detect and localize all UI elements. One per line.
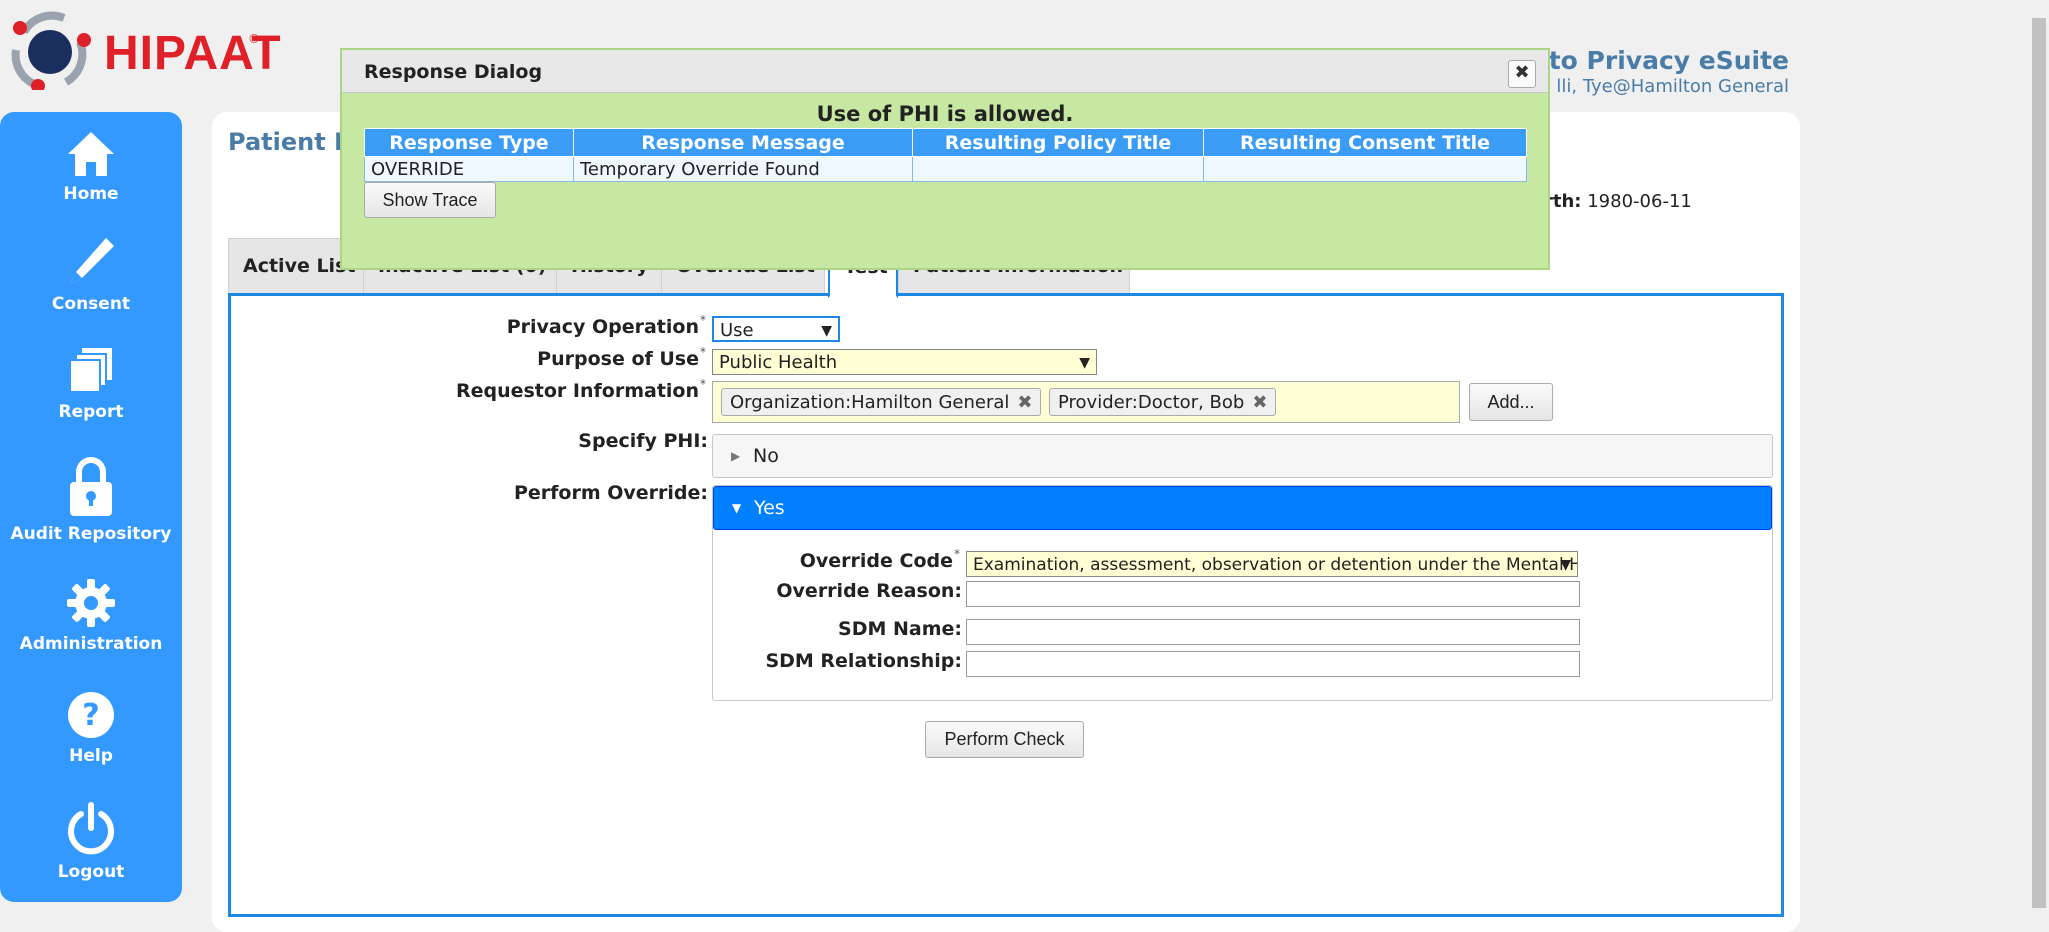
perform-override-label: Perform Override:: [513, 482, 708, 504]
table-cell: [912, 156, 1204, 182]
left-nav: Home Consent Report Audit Repository Adm…: [0, 112, 182, 902]
override-code-label: Override Code: [799, 550, 953, 572]
add-requestor-button[interactable]: Add...: [1469, 383, 1553, 421]
sdm-relationship-label: SDM Relationship:: [765, 650, 962, 672]
hipaat-logo: HIPAAT ®: [4, 6, 281, 93]
logo-icon: [11, 11, 91, 93]
required-mark: *: [700, 345, 706, 359]
table-cell: OVERRIDE: [364, 156, 574, 182]
table-cell: [1203, 156, 1527, 182]
requestor-information-label: Requestor Information: [455, 380, 699, 402]
lock-icon: [70, 457, 112, 516]
nav-item-logout[interactable]: Logout: [0, 802, 182, 882]
table-row[interactable]: OVERRIDE Temporary Override Found: [364, 156, 1527, 182]
sdm-name-label: SDM Name:: [838, 618, 962, 640]
specify-phi-accordion[interactable]: ▶ No: [712, 434, 1773, 478]
purpose-of-use-select[interactable]: Public Health ▼: [712, 349, 1097, 375]
column-header: Response Type: [364, 128, 574, 157]
perform-override-header[interactable]: ▼ Yes: [713, 486, 1772, 530]
dropdown-arrow-icon: ▼: [1079, 355, 1090, 371]
home-icon: [68, 132, 114, 176]
nav-item-audit-repository[interactable]: Audit Repository: [0, 456, 182, 544]
dialog-message: Use of PHI is allowed.: [816, 102, 1074, 126]
column-header: Resulting Policy Title: [912, 128, 1204, 157]
nav-item-consent[interactable]: Consent: [0, 236, 182, 314]
nav-item-help[interactable]: ? Help: [0, 690, 182, 766]
nav-item-administration[interactable]: Administration: [0, 578, 182, 654]
dialog-title: Response Dialog: [364, 61, 543, 83]
nav-label: Help: [69, 746, 113, 766]
override-reason-label: Override Reason:: [776, 580, 962, 602]
caret-right-icon: ▶: [731, 449, 741, 463]
dropdown-arrow-icon: ▼: [821, 323, 832, 339]
required-mark: *: [700, 313, 706, 327]
caret-down-icon: ▼: [732, 501, 742, 515]
requestor-tag-organization: Organization:Hamilton General ✖: [721, 388, 1042, 416]
column-header: Response Message: [573, 128, 913, 157]
override-code-select[interactable]: Examination, assessment, observation or …: [966, 551, 1578, 577]
table-cell: Temporary Override Found: [573, 156, 913, 182]
response-dialog: Response Dialog ✖ Use of PHI is allowed.…: [340, 48, 1550, 270]
dialog-titlebar[interactable]: Response Dialog ✖: [342, 50, 1548, 93]
required-mark: *: [954, 547, 960, 561]
power-icon: [68, 802, 114, 855]
welcome-title: e to Privacy eSuite: [1523, 46, 1789, 75]
sdm-name-input[interactable]: [966, 619, 1580, 645]
purpose-of-use-label: Purpose of Use: [537, 348, 699, 370]
nav-label: Consent: [51, 294, 131, 314]
close-icon[interactable]: ✖: [1508, 60, 1536, 88]
requestor-tag-input[interactable]: Organization:Hamilton General ✖ Provider:…: [712, 381, 1460, 423]
page-scrollbar[interactable]: [2029, 0, 2049, 932]
nav-label: Report: [58, 402, 124, 422]
response-table: Response Type Response Message Resulting…: [364, 128, 1527, 182]
dropdown-arrow-icon: ▼: [1560, 557, 1571, 573]
nav-label: Home: [63, 184, 119, 204]
report-icon: [69, 348, 112, 393]
specify-phi-header[interactable]: ▶ No: [713, 435, 1772, 477]
pen-icon: [70, 238, 114, 284]
column-header: Resulting Consent Title: [1203, 128, 1527, 157]
logo-registered-mark: ®: [248, 32, 260, 46]
show-trace-button[interactable]: Show Trace: [364, 182, 496, 218]
override-reason-input[interactable]: [966, 581, 1580, 607]
remove-tag-icon[interactable]: ✖: [1252, 392, 1267, 413]
gear-icon: [67, 579, 115, 627]
sdm-relationship-input[interactable]: [966, 651, 1580, 677]
privacy-operation-label: Privacy Operation: [506, 316, 699, 338]
table-header-row: Response Type Response Message Resulting…: [364, 128, 1527, 157]
nav-label: Audit Repository: [10, 524, 172, 544]
help-icon: ?: [68, 692, 114, 738]
user-info: lli, Tye@Hamilton General: [1556, 76, 1789, 97]
nav-label: Logout: [57, 862, 125, 882]
requestor-tag-provider: Provider:Doctor, Bob ✖: [1049, 388, 1277, 416]
dob-value: 1980-06-11: [1587, 191, 1692, 212]
page-title: Patient P: [228, 128, 352, 156]
nav-label: Administration: [19, 634, 163, 654]
perform-check-button[interactable]: Perform Check: [925, 721, 1084, 758]
scrollbar-thumb[interactable]: [2032, 18, 2046, 908]
privacy-operation-select[interactable]: Use ▼: [712, 316, 840, 342]
date-of-birth: rth: 1980-06-11: [1544, 191, 1692, 212]
specify-phi-label: Specify PHI:: [578, 430, 708, 452]
required-mark: *: [700, 377, 706, 391]
svg-text:?: ?: [82, 698, 99, 733]
remove-tag-icon[interactable]: ✖: [1017, 392, 1032, 413]
nav-item-home[interactable]: Home: [0, 130, 182, 204]
nav-item-report[interactable]: Report: [0, 346, 182, 422]
